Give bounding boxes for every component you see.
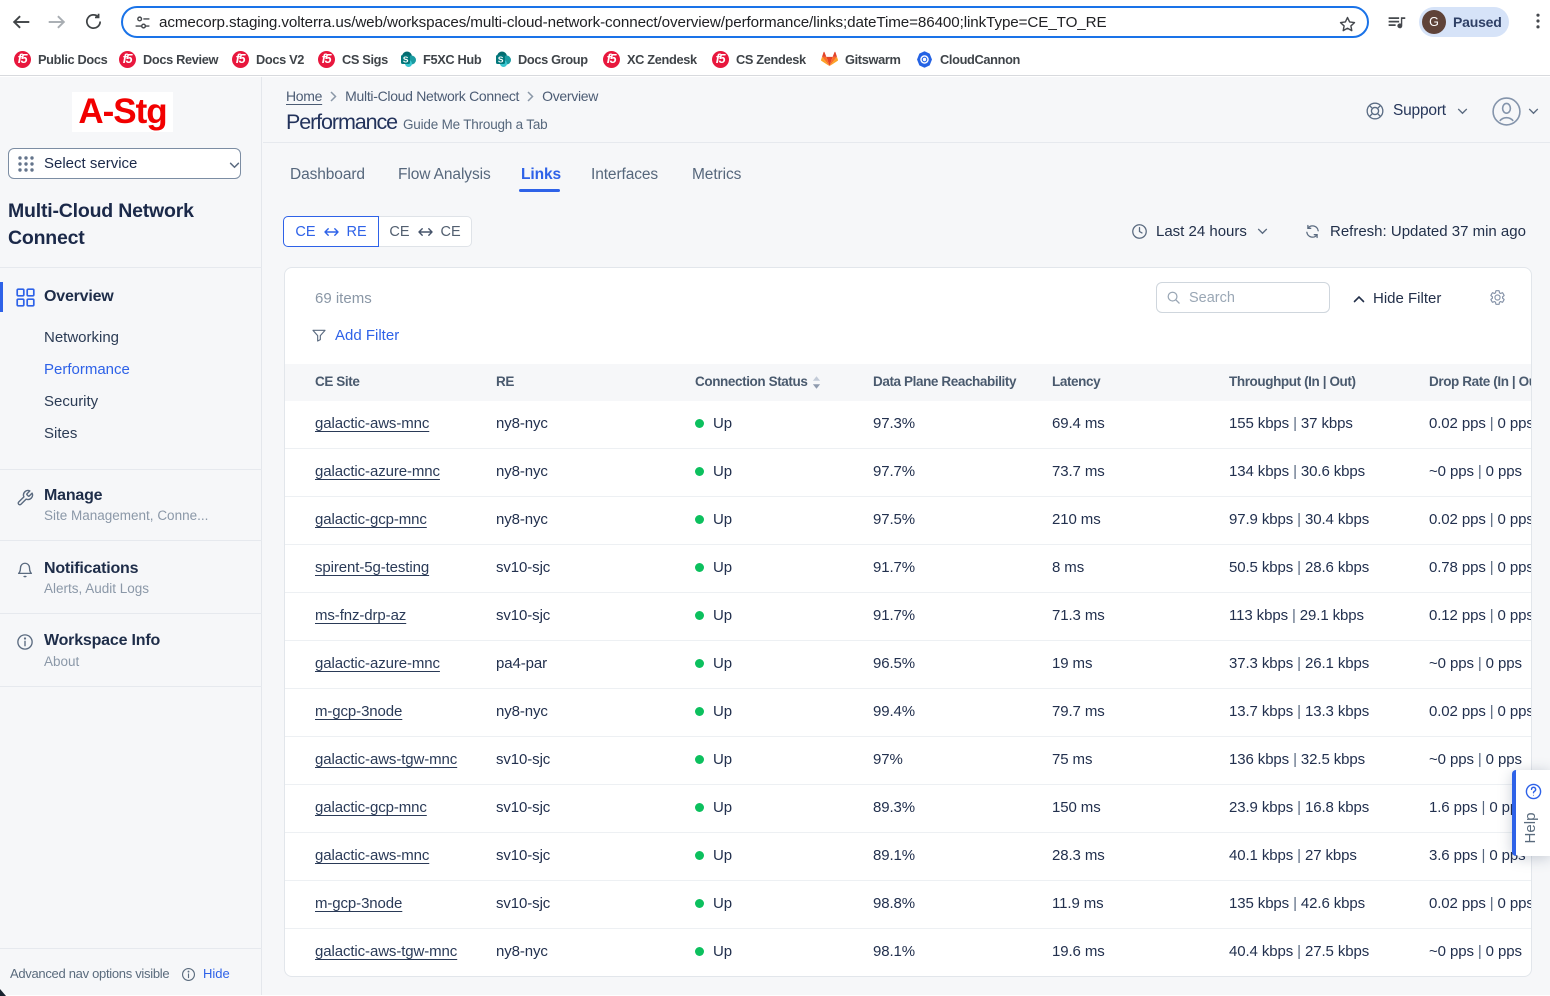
- svg-text:S: S: [403, 54, 409, 64]
- svg-text:S: S: [498, 54, 504, 64]
